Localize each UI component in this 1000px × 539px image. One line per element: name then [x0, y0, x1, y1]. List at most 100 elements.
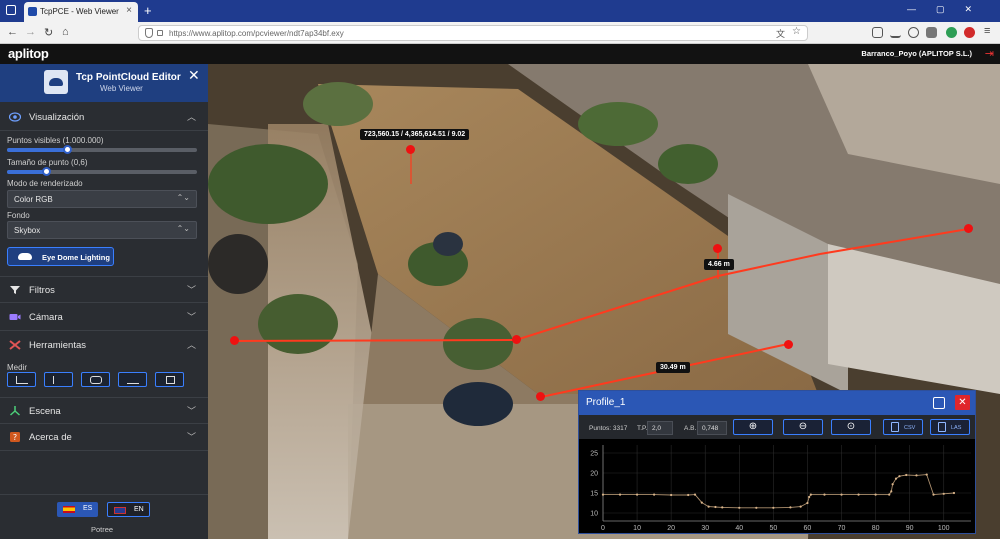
- forward-icon[interactable]: →: [25, 26, 36, 38]
- downloads-icon[interactable]: [890, 27, 901, 38]
- section-scene[interactable]: Escena ﹀: [0, 397, 208, 424]
- zoom-in-button[interactable]: ⊕: [733, 419, 773, 435]
- render-mode-select[interactable]: Color RGB ⌃⌄: [7, 190, 197, 208]
- distance-tool-button[interactable]: [7, 372, 36, 387]
- area-tool-button[interactable]: [81, 372, 110, 387]
- profile-window[interactable]: Profile_1 ✕ Puntos: 3317 T.P. 2,0 A.B. 0…: [578, 390, 976, 534]
- close-tab-icon[interactable]: ×: [126, 5, 132, 16]
- cloud-icon: [18, 253, 32, 260]
- measure-point[interactable]: [230, 336, 239, 345]
- section-camera[interactable]: Cámara ﹀: [0, 304, 208, 331]
- trash-icon: [166, 376, 175, 384]
- export-csv-button[interactable]: CSV: [883, 419, 923, 435]
- eye-dome-lighting-button[interactable]: Eye Dome Lighting: [7, 247, 114, 266]
- app-header: aplitop Barranco_Poyo (APLITOP S.L.) ⇥: [0, 44, 1000, 64]
- back-icon[interactable]: ←: [7, 26, 18, 38]
- export-las-button[interactable]: LAS: [930, 419, 970, 435]
- background-select[interactable]: Skybox ⌃⌄: [7, 221, 197, 239]
- y-tick-label: 10: [590, 511, 598, 518]
- browser-tabbar: TcpPCE - Web Viewer × + —▢✕: [0, 0, 1000, 22]
- potree-credit: Potree: [91, 525, 114, 534]
- section-label: Herramientas: [29, 340, 87, 351]
- render-mode-value: Color RGB: [14, 195, 53, 204]
- popout-icon[interactable]: [933, 397, 945, 409]
- coordinate-point[interactable]: [406, 145, 415, 154]
- background-label: Fondo: [7, 211, 30, 220]
- extension-green-icon[interactable]: [946, 27, 957, 38]
- file-icon: [891, 422, 899, 432]
- slider-handle[interactable]: [42, 167, 51, 176]
- point-size-slider[interactable]: [7, 167, 197, 176]
- shield-icon[interactable]: [145, 28, 153, 38]
- x-tick-label: 20: [667, 525, 675, 532]
- pocket-icon[interactable]: [872, 27, 883, 38]
- home-icon[interactable]: ⌂: [62, 26, 69, 38]
- section-label: Acerca de: [29, 432, 72, 443]
- chevron-down-icon: ﹀: [187, 312, 197, 322]
- csv-label: CSV: [904, 425, 916, 431]
- measure-point[interactable]: [964, 224, 973, 233]
- slider-fill: [7, 170, 47, 174]
- measure-point[interactable]: [713, 244, 722, 253]
- x-tick-label: 50: [769, 525, 777, 532]
- filter-icon: [10, 286, 20, 294]
- chevron-up-icon: ︿: [187, 340, 197, 350]
- x-tick-label: 70: [838, 525, 846, 532]
- zoom-reset-button[interactable]: ⊙: [831, 419, 871, 435]
- measure-point[interactable]: [512, 335, 521, 344]
- language-en-button[interactable]: EN: [107, 502, 150, 517]
- logout-icon[interactable]: ⇥: [985, 47, 994, 60]
- account-name[interactable]: Barranco_Poyo (APLITOP S.L.): [861, 49, 972, 58]
- aplitop-logo: aplitop: [8, 46, 49, 61]
- profile-tool-button[interactable]: [118, 372, 147, 387]
- language-es-button[interactable]: ES: [57, 502, 98, 517]
- area-icon: [90, 376, 102, 384]
- account-icon[interactable]: [908, 27, 919, 38]
- section-visualization[interactable]: Visualización ︿: [0, 104, 208, 131]
- profile-icon: [127, 376, 139, 384]
- chevron-up-icon: ︿: [187, 112, 197, 122]
- profile-chart[interactable]: 0 10 20 30 40 50 60 70 80 90 10010152025: [579, 439, 975, 533]
- translate-icon[interactable]: 文: [776, 27, 785, 40]
- extension-red-icon[interactable]: [964, 27, 975, 38]
- section-label: Escena: [29, 406, 61, 417]
- background-value: Skybox: [14, 226, 41, 235]
- point-size-label: Tamaño de punto (0,6): [7, 158, 88, 167]
- measure-point[interactable]: [536, 392, 545, 401]
- camera-icon: [9, 314, 21, 320]
- address-bar[interactable]: https://www.aplitop.com/pcviewer/ndt7ap3…: [138, 25, 808, 41]
- lock-icon[interactable]: [157, 30, 163, 36]
- section-filters[interactable]: Filtros ﹀: [0, 276, 208, 303]
- tab-list-icon[interactable]: [6, 5, 16, 15]
- favicon-icon: [28, 7, 37, 16]
- clear-tool-button[interactable]: [155, 372, 184, 387]
- section-tools[interactable]: Herramientas ︿: [0, 332, 208, 359]
- measure-point[interactable]: [784, 340, 793, 349]
- eye-icon: [9, 112, 21, 122]
- reload-icon[interactable]: ↻: [44, 26, 53, 39]
- browser-toolbar: ← → ↻ ⌂ https://www.aplitop.com/pcviewer…: [0, 22, 1000, 44]
- ab-input[interactable]: 0,748: [697, 421, 727, 435]
- new-tab-icon[interactable]: +: [144, 3, 152, 18]
- sidebar-subtitle: Web Viewer: [100, 84, 143, 93]
- zoom-out-button[interactable]: ⊖: [783, 419, 823, 435]
- menu-icon[interactable]: ≡: [984, 25, 990, 37]
- close-sidebar-icon[interactable]: ✕: [188, 67, 200, 84]
- section-about[interactable]: ? Acerca de ﹀: [0, 424, 208, 451]
- zoom-fit-icon: ⊙: [846, 421, 856, 432]
- points-count-label: Puntos: 3317: [589, 425, 628, 432]
- profile-header[interactable]: Profile_1 ✕: [579, 391, 975, 415]
- points-visible-slider[interactable]: [7, 145, 197, 154]
- file-icon: [938, 422, 946, 432]
- height-tool-button[interactable]: [44, 372, 73, 387]
- slider-handle[interactable]: [63, 145, 72, 154]
- url-text: https://www.aplitop.com/pcviewer/ndt7ap3…: [169, 29, 344, 38]
- browser-tab[interactable]: TcpPCE - Web Viewer ×: [24, 2, 138, 22]
- distance-icon: [16, 376, 28, 384]
- close-profile-button[interactable]: ✕: [955, 395, 970, 410]
- star-icon[interactable]: ☆: [792, 26, 801, 37]
- window-controls[interactable]: —▢✕: [907, 4, 992, 15]
- tp-input[interactable]: 2,0: [647, 421, 673, 435]
- extensions-icon[interactable]: [926, 27, 937, 38]
- svg-text:?: ?: [13, 433, 17, 442]
